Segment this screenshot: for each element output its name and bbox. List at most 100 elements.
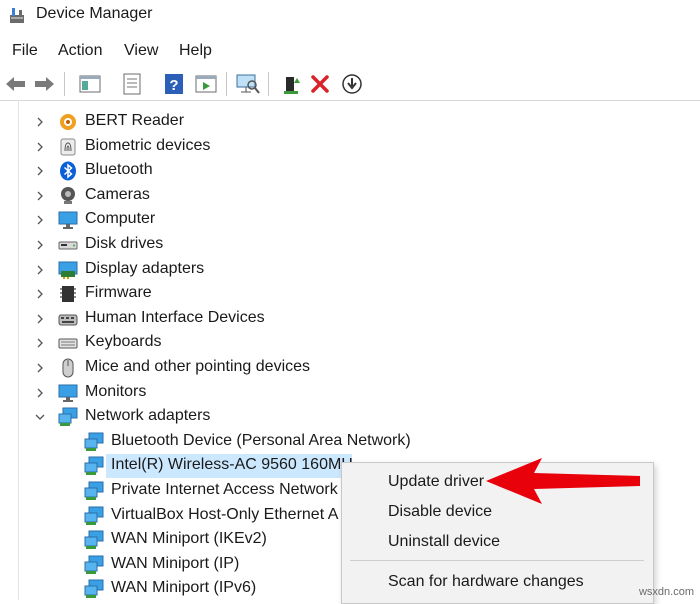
back-button[interactable]	[4, 72, 28, 96]
forward-arrow-icon	[35, 77, 54, 91]
red-pointer-arrow-icon	[486, 458, 640, 504]
properties-button[interactable]	[120, 72, 144, 96]
update-driver-icon	[284, 77, 300, 94]
tree-item-human-interface-devices[interactable]: Human Interface Devices	[0, 307, 700, 331]
tree-item-label: Monitors	[85, 382, 147, 400]
tree-item-computer[interactable]: Computer	[0, 208, 700, 232]
tree-item-keyboards[interactable]: Keyboards	[0, 331, 700, 355]
chevron-down-icon[interactable]	[34, 411, 46, 423]
network-adapter-icon	[84, 555, 104, 574]
tree-item-label: Bluetooth Device (Personal Area Network)	[111, 431, 411, 449]
context-menu-disable-device[interactable]: Disable device	[388, 503, 492, 521]
menu-action[interactable]: Action	[58, 42, 102, 60]
tree-item-label: Cameras	[85, 185, 150, 203]
toolbar-separator	[226, 72, 227, 96]
chevron-right-icon[interactable]	[34, 264, 46, 276]
tree-item-label: VirtualBox Host-Only Ethernet A	[111, 505, 339, 523]
mouse-icon	[62, 358, 74, 378]
run-icon	[195, 75, 217, 93]
toolbar: ?	[0, 68, 700, 101]
menu-bar: File Action View Help	[0, 38, 700, 66]
back-arrow-icon	[6, 77, 25, 91]
chevron-right-icon[interactable]	[34, 141, 46, 153]
run-button[interactable]	[194, 72, 218, 96]
properties-icon	[123, 73, 141, 95]
camera-icon	[61, 186, 75, 204]
tree-item-label: Firmware	[85, 284, 152, 302]
chevron-right-icon[interactable]	[34, 239, 46, 251]
network-adapter-icon	[84, 456, 104, 476]
context-menu-separator	[350, 560, 644, 561]
chevron-right-icon[interactable]	[34, 362, 46, 374]
forward-button[interactable]	[32, 72, 56, 96]
uninstall-button[interactable]	[308, 72, 332, 96]
tree-item-network-child[interactable]: Bluetooth Device (Personal Area Network)	[0, 430, 700, 454]
tree-item-firmware[interactable]: Firmware	[0, 282, 700, 306]
disk-drive-icon	[58, 241, 78, 250]
tree-item-label: Mice and other pointing devices	[85, 358, 311, 375]
tree-item-label: Disk drives	[85, 235, 164, 252]
chevron-right-icon[interactable]	[34, 190, 46, 202]
svg-text:?: ?	[169, 77, 178, 94]
tree-item-label: BERT Reader	[85, 112, 185, 129]
tree-item-label: Private Internet Access Network A	[111, 481, 352, 498]
network-adapter-icon	[58, 407, 78, 427]
chevron-right-icon[interactable]	[34, 313, 46, 325]
chevron-right-icon[interactable]	[34, 116, 46, 128]
tree-item-network-adapters[interactable]: Network adapters	[0, 405, 700, 429]
tree-item-biometric-devices[interactable]: Biometric devices	[0, 135, 700, 159]
toolbar-separator	[268, 72, 269, 96]
bert-reader-icon	[60, 114, 76, 130]
title-bar: Device Manager	[0, 0, 700, 32]
menu-file[interactable]: File	[12, 42, 38, 60]
network-adapter-icon	[84, 579, 104, 599]
tree-item-mice[interactable]: Mice and other pointing devices	[0, 356, 700, 380]
watermark: wsxdn.com	[638, 586, 694, 598]
context-menu-update-driver[interactable]: Update driver	[388, 473, 484, 491]
firmware-icon	[60, 286, 76, 303]
chevron-right-icon[interactable]	[34, 387, 46, 399]
network-adapter-icon	[84, 432, 104, 451]
tree-item-label: Display adapters	[85, 259, 205, 277]
keyboard-icon	[58, 338, 78, 349]
chevron-right-icon[interactable]	[34, 214, 46, 226]
scan-hardware-changes-icon	[236, 74, 260, 94]
tree-item-label: WAN Miniport (IPv6)	[111, 579, 257, 597]
show-hide-console-tree-icon	[79, 75, 101, 93]
tree-item-monitors[interactable]: Monitors	[0, 381, 700, 405]
help-button[interactable]: ?	[162, 72, 186, 96]
uninstall-icon	[311, 75, 329, 93]
tree-item-label: Bluetooth	[85, 161, 153, 179]
context-menu-uninstall-device[interactable]: Uninstall device	[388, 533, 500, 551]
toolbar-separator	[64, 72, 65, 96]
console-tree-button[interactable]	[78, 72, 102, 96]
computer-icon	[58, 211, 78, 230]
tree-item-label: Keyboards	[85, 333, 162, 351]
menu-view[interactable]: View	[124, 42, 158, 60]
tree-item-label: Biometric devices	[85, 136, 211, 154]
disable-device-button[interactable]	[340, 72, 364, 96]
window-title: Device Manager	[36, 5, 153, 22]
tree-item-display-adapters[interactable]: Display adapters	[0, 258, 700, 282]
tree-item-label: Network adapters	[85, 407, 211, 425]
scan-hardware-button[interactable]	[236, 72, 260, 96]
chevron-right-icon[interactable]	[34, 337, 46, 349]
tree-item-label: Human Interface Devices	[85, 308, 265, 326]
bluetooth-icon	[60, 161, 76, 181]
tree-item-label: WAN Miniport (IKEv2)	[111, 530, 267, 548]
tree-item-disk-drives[interactable]: Disk drives	[0, 233, 700, 257]
device-manager-icon	[10, 8, 24, 23]
context-menu-scan-hardware[interactable]: Scan for hardware changes	[388, 573, 584, 591]
monitor-icon	[58, 384, 78, 402]
tree-item-label: Intel(R) Wireless-AC 9560 160MH	[111, 456, 353, 474]
tree-item-bluetooth[interactable]: Bluetooth	[0, 159, 700, 183]
chevron-right-icon[interactable]	[34, 288, 46, 300]
chevron-right-icon[interactable]	[34, 165, 46, 177]
menu-help[interactable]: Help	[179, 42, 212, 60]
disable-download-icon	[342, 74, 362, 94]
update-driver-button[interactable]	[280, 72, 304, 96]
tree-item-cameras[interactable]: Cameras	[0, 184, 700, 208]
tree-item-bert-reader[interactable]: BERT Reader	[0, 110, 700, 134]
display-adapter-icon	[58, 261, 78, 279]
network-adapter-icon	[84, 481, 104, 500]
